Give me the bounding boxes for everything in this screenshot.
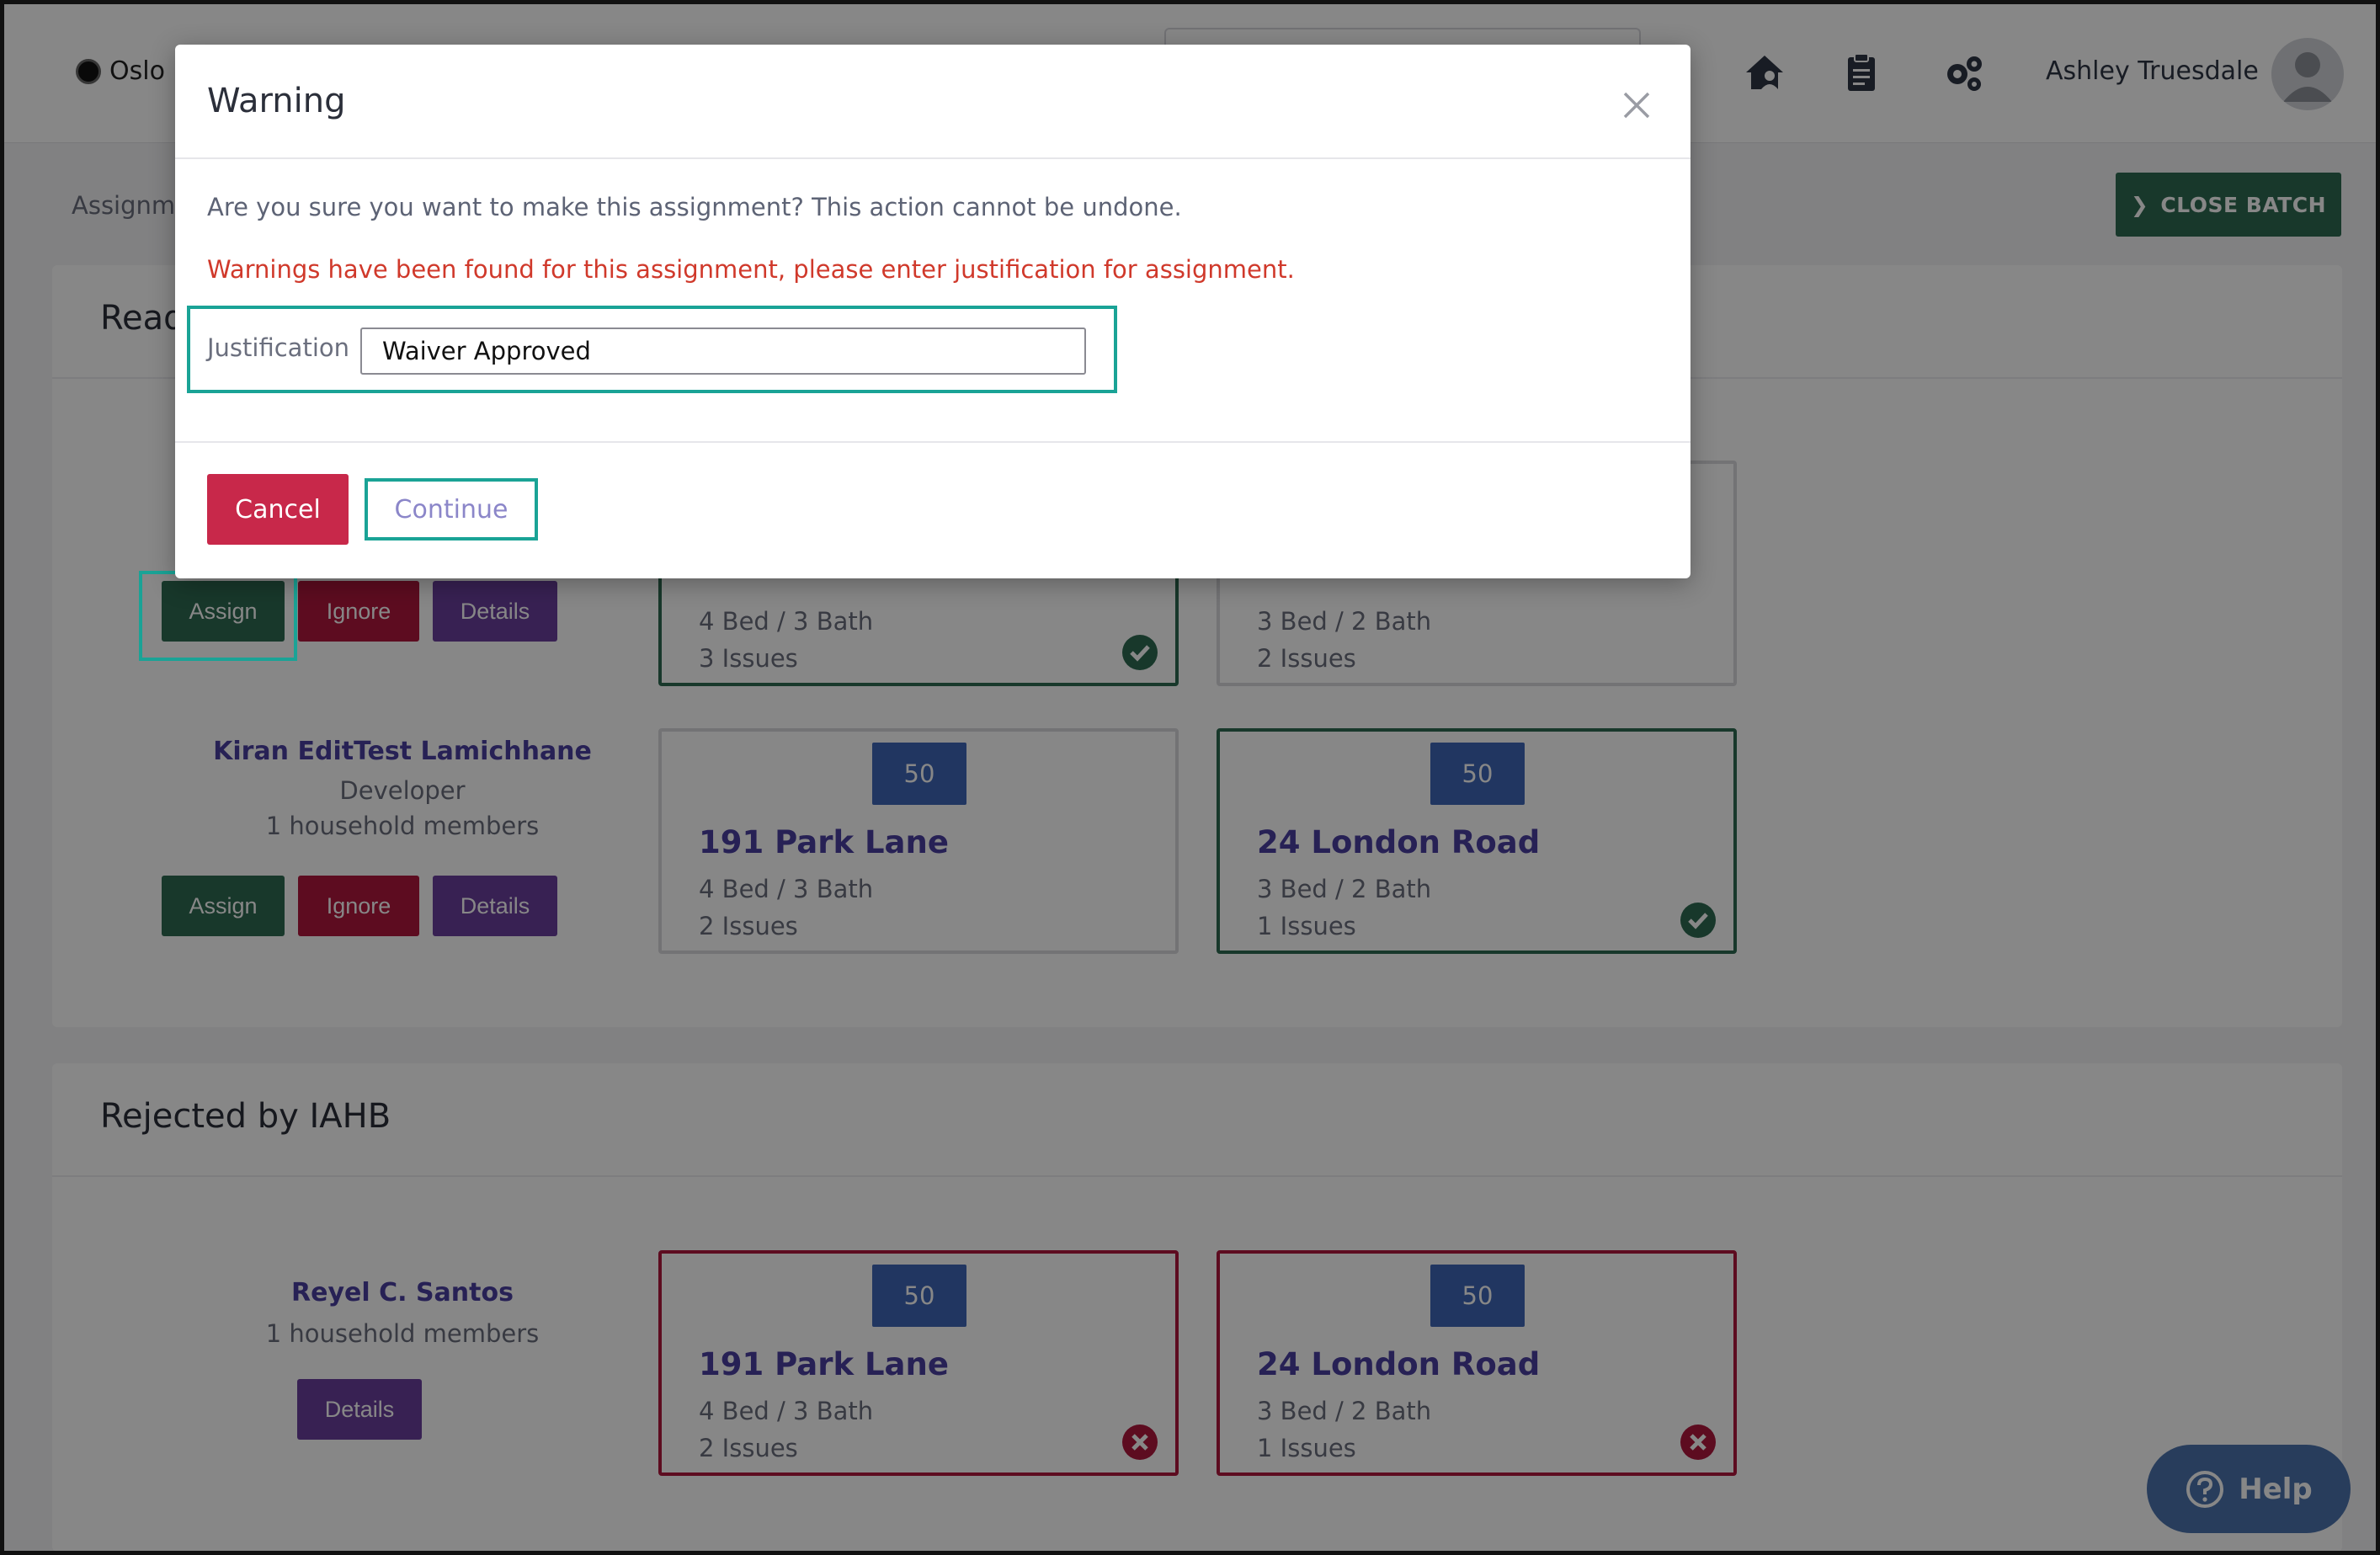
- help-button[interactable]: Help: [2147, 1445, 2351, 1533]
- ready-panel-title: Read: [100, 299, 185, 338]
- unit-score-badge: 50: [1430, 1265, 1525, 1327]
- org-status-icon: [76, 58, 101, 84]
- unit-card[interactable]: 50 24 London Road 3 Bed / 2 Bath 1 Issue…: [1217, 1250, 1737, 1476]
- details-button[interactable]: Details: [297, 1379, 422, 1440]
- applicant-info: Kiran EditTest Lamichhane Developer 1 ho…: [192, 737, 613, 840]
- unit-issues: 2 Issues: [699, 1434, 798, 1462]
- modal-divider: [175, 441, 1690, 443]
- close-icon[interactable]: [1618, 87, 1655, 124]
- unit-score-badge: 50: [872, 743, 966, 805]
- modal-title: Warning: [207, 82, 346, 120]
- applicant-actions: Assign Ignore Details: [162, 876, 557, 936]
- app-frame: Oslo Ashley Truesdale Assignm ❯ CLOSE BA…: [0, 0, 2380, 1555]
- check-circle-icon: [1121, 634, 1158, 671]
- modal-header: Warning: [175, 45, 1690, 159]
- details-button[interactable]: Details: [433, 876, 557, 936]
- unit-address: 191 Park Lane: [699, 1346, 949, 1382]
- unit-beds: 3 Bed / 2 Bath: [1257, 875, 1432, 903]
- applicant-role: Developer: [339, 776, 466, 805]
- applicant-actions: Details: [297, 1379, 422, 1440]
- check-circle-icon: [1680, 902, 1717, 939]
- unit-beds: 4 Bed / 3 Bath: [699, 875, 874, 903]
- unit-issues: 2 Issues: [1257, 644, 1356, 673]
- warning-message: Warnings have been found for this assign…: [207, 255, 1295, 284]
- unit-address: 24 London Road: [1257, 1346, 1541, 1382]
- unit-issues: 1 Issues: [1257, 1434, 1356, 1462]
- chevron-right-icon: ❯: [2130, 192, 2149, 217]
- x-circle-icon: [1121, 1424, 1158, 1461]
- unit-beds: 4 Bed / 3 Bath: [699, 607, 874, 636]
- x-circle-icon: [1680, 1424, 1717, 1461]
- clipboard-icon[interactable]: [1840, 51, 1883, 94]
- help-label: Help: [2239, 1472, 2313, 1506]
- unit-card[interactable]: 50 24 London Road 3 Bed / 2 Bath 1 Issue…: [1217, 728, 1737, 954]
- user-avatar-icon[interactable]: [2271, 38, 2344, 110]
- org-name: Oslo: [109, 56, 165, 86]
- applicant-name[interactable]: Reyel C. Santos: [192, 1278, 613, 1307]
- continue-button[interactable]: Continue: [365, 478, 538, 541]
- justification-label: Justification: [207, 333, 350, 362]
- ignore-button[interactable]: Ignore: [298, 581, 419, 642]
- close-batch-label: CLOSE BATCH: [2160, 192, 2327, 217]
- unit-card[interactable]: 50 191 Park Lane 4 Bed / 3 Bath 2 Issues: [658, 1250, 1179, 1476]
- unit-address: 191 Park Lane: [699, 824, 949, 860]
- cancel-button[interactable]: Cancel: [207, 474, 349, 545]
- unit-score-badge: 50: [1430, 743, 1525, 805]
- ignore-button[interactable]: Ignore: [298, 876, 419, 936]
- unit-card[interactable]: 50 191 Park Lane 4 Bed / 3 Bath 2 Issues: [658, 728, 1179, 954]
- unit-issues: 3 Issues: [699, 644, 798, 673]
- unit-issues: 1 Issues: [1257, 912, 1356, 940]
- house-user-icon[interactable]: [1743, 51, 1786, 94]
- assign-button-highlight: [139, 571, 297, 661]
- unit-beds: 3 Bed / 2 Bath: [1257, 1397, 1432, 1425]
- justification-input[interactable]: [360, 328, 1086, 375]
- rejected-panel: Rejected by IAHB Reyel C. Santos 1 house…: [52, 1063, 2342, 1551]
- breadcrumb: Assignm: [72, 191, 176, 220]
- question-circle-icon: [2185, 1469, 2225, 1510]
- rejected-panel-header: Rejected by IAHB: [52, 1063, 2342, 1177]
- rejected-panel-title: Rejected by IAHB: [100, 1097, 391, 1136]
- applicant-household: 1 household members: [265, 1319, 540, 1348]
- applicant-name[interactable]: Kiran EditTest Lamichhane: [192, 737, 613, 766]
- unit-beds: 3 Bed / 2 Bath: [1257, 607, 1432, 636]
- applicant-household: 1 household members: [265, 812, 540, 840]
- close-batch-button[interactable]: ❯ CLOSE BATCH: [2116, 173, 2341, 237]
- org-selector[interactable]: Oslo: [76, 56, 165, 86]
- gears-icon[interactable]: [1942, 51, 1986, 94]
- details-button[interactable]: Details: [433, 581, 557, 642]
- unit-issues: 2 Issues: [699, 912, 798, 940]
- confirm-message: Are you sure you want to make this assig…: [207, 193, 1182, 221]
- unit-beds: 4 Bed / 3 Bath: [699, 1397, 874, 1425]
- warning-modal: Warning Are you sure you want to make th…: [175, 45, 1690, 578]
- user-name[interactable]: Ashley Truesdale: [2046, 56, 2259, 86]
- applicant-info: Reyel C. Santos 1 household members: [192, 1278, 613, 1348]
- assign-button[interactable]: Assign: [162, 876, 285, 936]
- unit-score-badge: 50: [872, 1265, 966, 1327]
- unit-address: 24 London Road: [1257, 824, 1541, 860]
